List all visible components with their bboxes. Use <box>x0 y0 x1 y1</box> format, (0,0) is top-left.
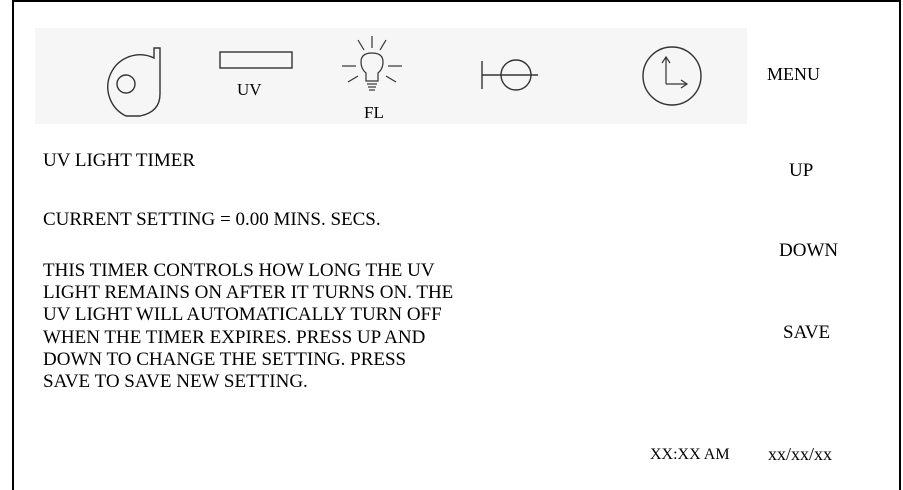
time-display: XX:XX AM <box>650 446 730 463</box>
fl-label: FL <box>364 103 384 122</box>
clock-icon[interactable] <box>640 44 704 108</box>
description-line: WHEN THE TIMER EXPIRES. PRESS UP AND <box>43 326 426 348</box>
fluorescent-light-icon[interactable] <box>336 34 408 104</box>
menu-button[interactable]: MENU <box>767 64 820 85</box>
description-line: DOWN TO CHANGE THE SETTING. PRESS <box>43 348 407 370</box>
up-button[interactable]: UP <box>789 160 813 182</box>
description-line: LIGHT REMAINS ON AFTER IT TURNS ON. THE <box>43 282 454 304</box>
down-button[interactable]: DOWN <box>779 240 838 262</box>
current-setting: CURRENT SETTING = 0.00 MINS. SECS. <box>43 209 381 230</box>
date-display: xx/xx/xx <box>768 444 833 464</box>
description-line: UV LIGHT WILL AUTOMATICALLY TURN OFF <box>43 304 442 326</box>
uv-label: UV <box>237 80 262 99</box>
valve-icon[interactable] <box>480 55 542 95</box>
description-line: THIS TIMER CONTROLS HOW LONG THE UV <box>43 260 435 281</box>
description-line: SAVE TO SAVE NEW SETTING. <box>43 371 308 393</box>
uv-lamp-icon[interactable] <box>219 51 295 71</box>
page-title: UV LIGHT TIMER <box>43 150 195 171</box>
save-button[interactable]: SAVE <box>783 322 830 344</box>
fan-icon[interactable] <box>88 44 164 120</box>
description-text: THIS TIMER CONTROLS HOW LONG THE UV LIGH… <box>43 260 453 393</box>
